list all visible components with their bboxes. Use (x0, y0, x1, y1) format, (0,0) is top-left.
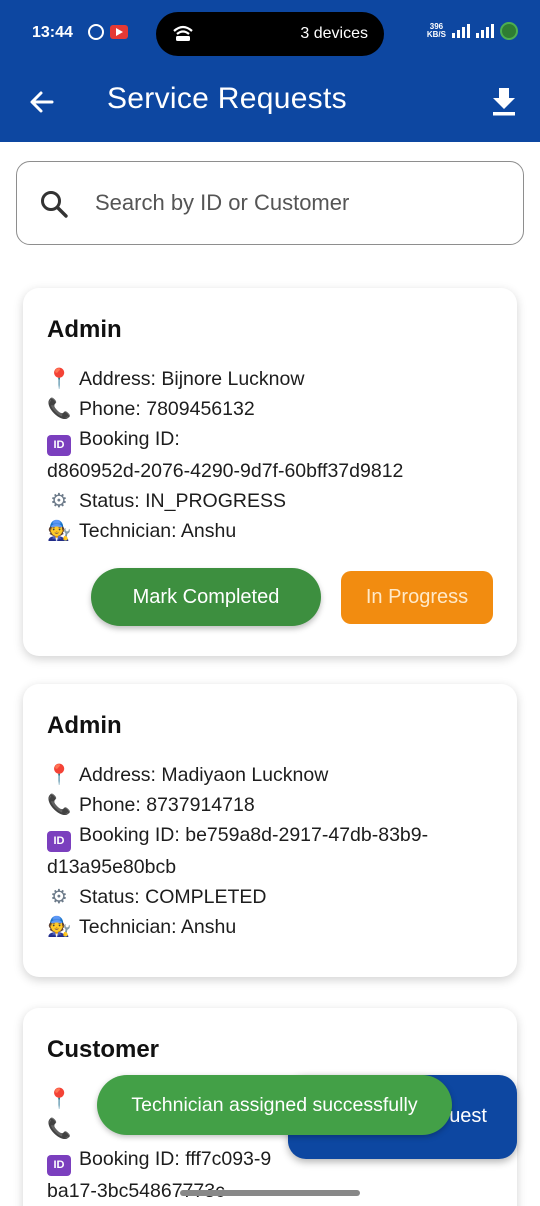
technician-line: 🧑‍🔧 Technician: Anshu (47, 516, 487, 546)
card-title: Customer (47, 1036, 160, 1063)
card-details: 📍 Address: Bijnore Lucknow 📞 Phone: 780945… (47, 364, 487, 546)
phone-icon: 📞 (47, 1118, 72, 1140)
app-bar: Service Requests (0, 68, 540, 142)
search-icon (41, 191, 68, 218)
id-icon: ID (47, 1155, 71, 1176)
gear-icon: ⚙ (50, 490, 68, 512)
search-input[interactable] (95, 180, 505, 226)
phone-icon: 📞 (47, 398, 72, 420)
back-arrow-icon[interactable] (26, 86, 58, 118)
card-details: 📍 Address: Madiyaon Lucknow 📞 Phone: 87379… (47, 760, 487, 942)
search-field[interactable] (16, 161, 524, 245)
hotspot-pill[interactable]: 3 devices (156, 12, 384, 56)
in-progress-button[interactable]: In Progress (341, 571, 493, 624)
status-bar: 13:44 3 devices 396 KB/S (0, 0, 540, 68)
status-time: 13:44 (32, 24, 73, 41)
service-request-card[interactable]: Admin 📍 Address: Bijnore Lucknow 📞 Phone: … (23, 288, 517, 656)
booking-id-value: d13a95e80bcb (47, 856, 177, 878)
service-request-card[interactable]: Admin 📍 Address: Madiyaon Lucknow 📞 Phone:… (23, 684, 517, 977)
id-icon: ID (47, 831, 71, 852)
devices-count: 3 devices (300, 25, 368, 42)
system-indicators: 396 KB/S (427, 22, 518, 40)
technician-line: 🧑‍🔧 Technician: Anshu (47, 912, 487, 942)
pin-icon: 📍 (47, 368, 72, 390)
mark-completed-button[interactable]: Mark Completed (91, 568, 321, 626)
notification-icons (88, 24, 128, 40)
phone-line: 📞 Phone: 8737914718 (47, 790, 487, 820)
page-title: Service Requests (107, 82, 347, 115)
youtube-icon (110, 25, 128, 39)
battery-icon (500, 22, 518, 40)
pin-icon: 📍 (47, 1088, 72, 1110)
id-icon: ID (47, 435, 71, 456)
phone-icon: 📞 (47, 794, 72, 816)
card-title: Admin (47, 316, 122, 343)
signal-icon-2 (476, 24, 494, 38)
hotspot-icon (173, 25, 193, 41)
signal-icon (452, 24, 470, 38)
net-speed: 396 KB/S (426, 22, 446, 39)
status-line: ⚙ Status: IN_PROGRESS (47, 486, 487, 516)
gesture-nav-handle[interactable] (180, 1190, 360, 1196)
booking-line: ID Booking ID: (47, 424, 487, 456)
status-line: ⚙ Status: COMPLETED (47, 882, 487, 912)
address-line: 📍 Address: Bijnore Lucknow (47, 364, 487, 394)
gear-icon: ⚙ (50, 886, 68, 908)
booking-line: ID Booking ID: be759a8d-2917-47db-83b9- (47, 820, 487, 852)
card-title: Admin (47, 712, 122, 739)
address-line: 📍 Address: Madiyaon Lucknow (47, 760, 487, 790)
phone-line: 📞 Phone: 7809456132 (47, 394, 487, 424)
technician-icon: 🧑‍🔧 (47, 520, 72, 542)
snackbar: Technician assigned successfully (97, 1075, 452, 1135)
fab-label: uest (449, 1105, 487, 1127)
pin-icon: 📍 (47, 764, 72, 786)
technician-icon: 🧑‍🔧 (47, 916, 72, 938)
whatsapp-icon (88, 24, 104, 40)
booking-id-value: d860952d-2076-4290-9d7f-60bff37d9812 (47, 460, 404, 482)
download-icon[interactable] (490, 86, 518, 116)
